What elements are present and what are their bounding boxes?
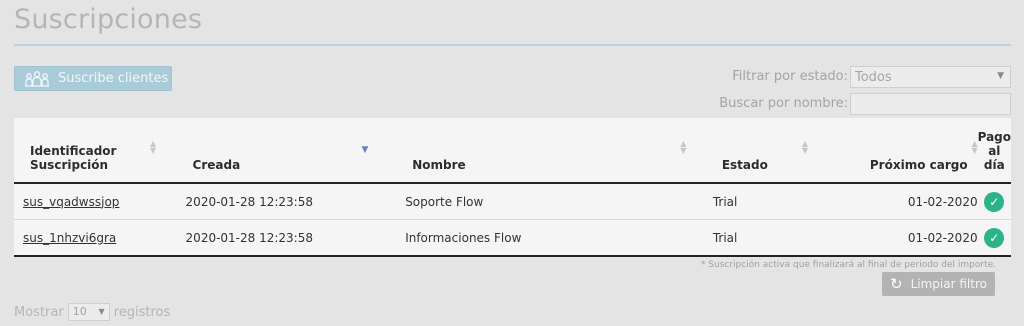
clear-filter-button[interactable]: ↻ Limpiar filtro <box>882 272 995 296</box>
table-header-row: Identificador Suscripción ▲ ▼ Creada ▼ No… <box>14 118 1011 184</box>
check-circle-icon: ✓ <box>984 191 1005 212</box>
state-cell: Trial <box>705 183 821 220</box>
chevron-down-icon: ▼ <box>997 71 1004 81</box>
state-filter-label: Filtrar por estado: <box>732 69 848 84</box>
page-size-control: Mostrar 10 ▼ registros <box>14 303 170 321</box>
sort-desc-icon: ▼ <box>361 145 369 155</box>
check-circle-icon: ✓ <box>984 227 1005 248</box>
column-header-id-line2: Suscripción <box>30 158 109 172</box>
users-icon <box>24 70 50 87</box>
page-size-value: 10 <box>72 305 87 318</box>
records-label: registros <box>113 304 171 320</box>
column-header-name-label: Nombre <box>412 158 466 172</box>
clear-filter-label: Limpiar filtro <box>910 277 987 291</box>
search-name-input[interactable] <box>850 93 1011 115</box>
column-header-state[interactable]: Estado ▲ ▼ <box>705 118 821 184</box>
subscribe-clients-label: Suscribe clientes <box>58 71 169 86</box>
table-row: sus_1nhzvi6gra 2020-01-28 12:23:58 Infor… <box>14 219 1011 257</box>
show-label: Mostrar <box>14 304 64 320</box>
name-cell: Soporte Flow <box>388 183 706 220</box>
next-charge-cell: 01-02-2020 <box>820 219 978 257</box>
column-header-created-label: Creada <box>192 158 241 172</box>
subscriptions-table: Identificador Suscripción ▲ ▼ Creada ▼ No… <box>14 118 1011 257</box>
page-title: Suscripciones <box>14 4 203 35</box>
sort-icon: ▲ ▼ <box>801 139 808 155</box>
column-header-state-label: Estado <box>721 158 768 172</box>
column-header-next-charge[interactable]: Próximo cargo ▲ ▼ <box>820 118 978 184</box>
refresh-icon: ↻ <box>890 275 903 293</box>
subscription-id-link[interactable]: sus_1nhzvi6gra <box>23 231 116 245</box>
state-filter-value: Todos <box>855 70 892 85</box>
subscriptions-table-panel: Identificador Suscripción ▲ ▼ Creada ▼ No… <box>14 118 1011 257</box>
table-row: sus_vqadwssjop 2020-01-28 12:23:58 Sopor… <box>14 183 1011 220</box>
title-divider <box>14 44 1011 46</box>
column-header-id-line1: Identificador <box>30 144 117 158</box>
page-size-select[interactable]: 10 ▼ <box>67 303 110 321</box>
created-cell: 2020-01-28 12:23:58 <box>168 183 389 220</box>
column-header-paid: Pago al día <box>977 118 1011 184</box>
next-charge-cell: 01-02-2020 <box>820 183 978 220</box>
column-header-name[interactable]: Nombre ▲ ▼ <box>388 118 706 184</box>
column-header-next-charge-label: Próximo cargo <box>869 158 968 172</box>
column-header-id[interactable]: Identificador Suscripción ▲ ▼ <box>14 118 169 184</box>
created-cell: 2020-01-28 12:23:58 <box>168 219 389 257</box>
chevron-down-icon: ▼ <box>98 307 105 316</box>
paid-cell: ✓ <box>977 219 1011 257</box>
state-cell: Trial <box>705 219 821 257</box>
column-header-created[interactable]: Creada ▼ <box>168 118 389 184</box>
column-header-paid-label: Pago al día <box>977 130 1011 172</box>
paid-cell: ✓ <box>977 183 1011 220</box>
state-filter-select[interactable]: Todos ▼ <box>850 66 1011 88</box>
subscribe-clients-button[interactable]: Suscribe clientes <box>14 66 172 91</box>
footnote: * Suscripción activa que finalizará al f… <box>700 260 996 270</box>
search-name-label: Buscar por nombre: <box>719 96 848 111</box>
sort-icon: ▲ ▼ <box>150 139 157 155</box>
subscription-id-link[interactable]: sus_vqadwssjop <box>23 195 119 209</box>
name-cell: Informaciones Flow <box>388 219 706 257</box>
sort-icon: ▲ ▼ <box>680 139 687 155</box>
